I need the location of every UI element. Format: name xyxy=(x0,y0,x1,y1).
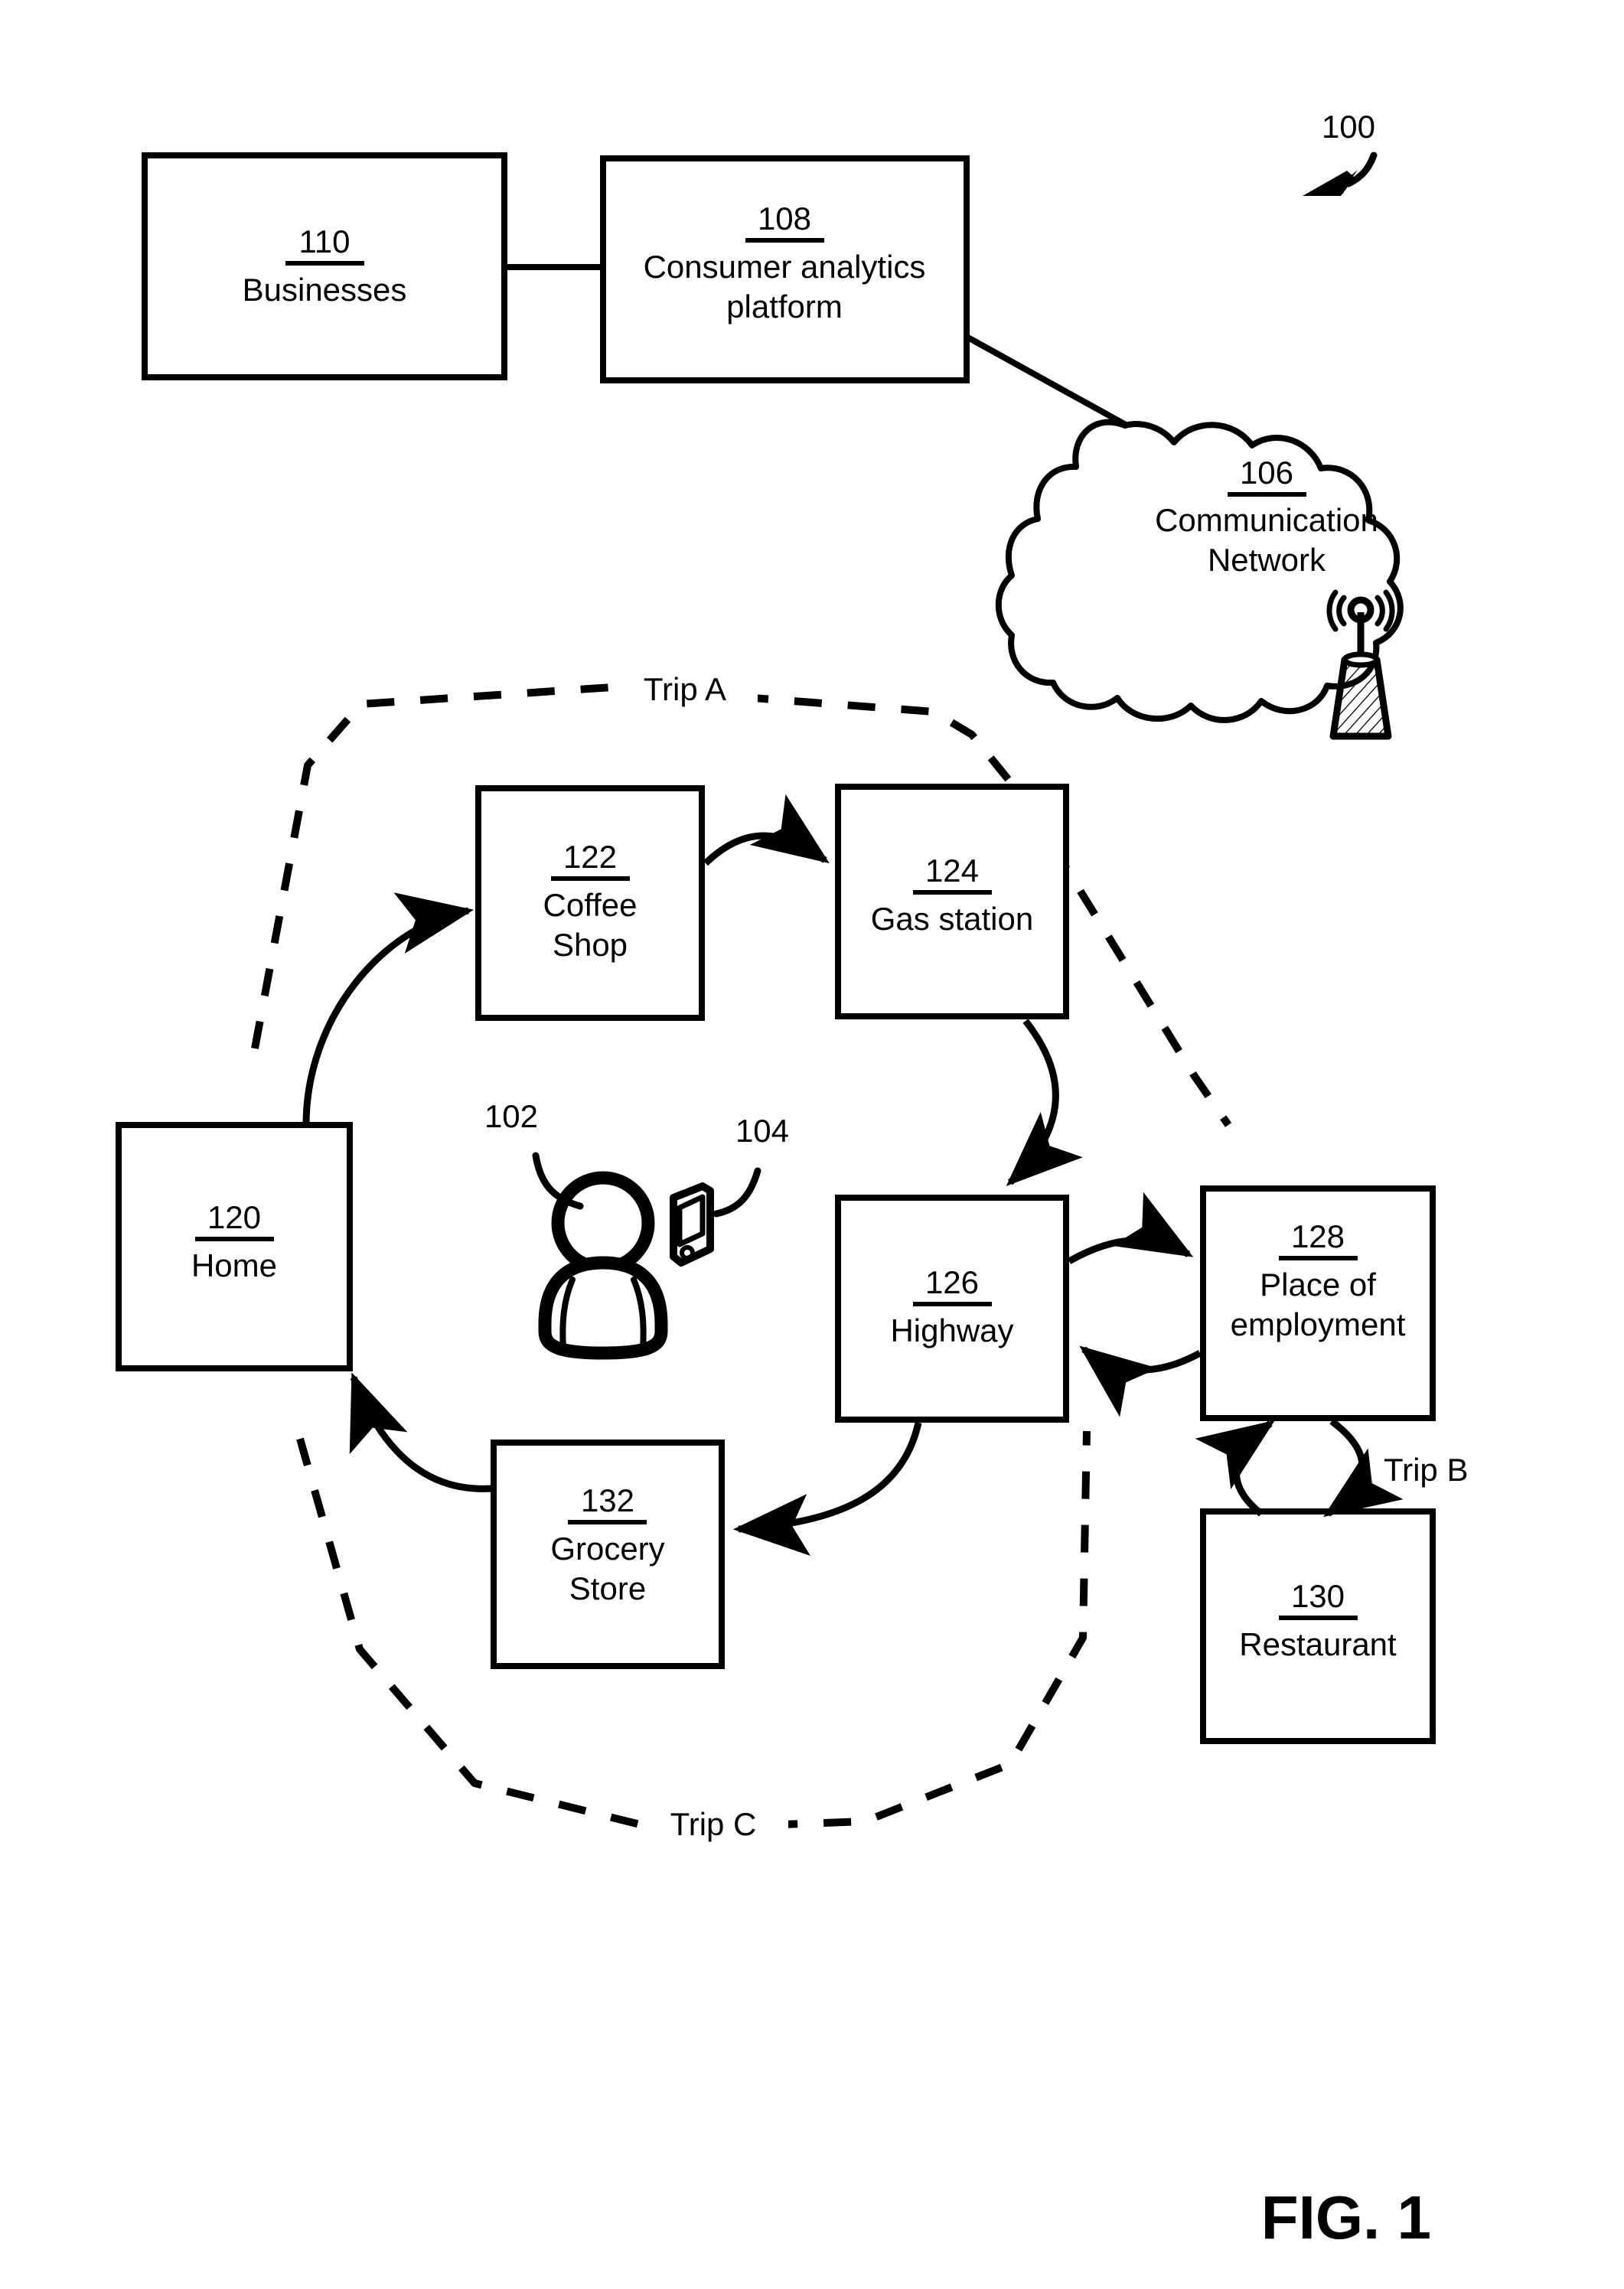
arrow-grocery-store-to-home xyxy=(349,1372,492,1492)
arrow-restaurant-to-place-of-employment xyxy=(1195,1420,1275,1517)
connector-analytics-network xyxy=(965,334,1134,432)
trip-a-boundary xyxy=(251,683,1232,1127)
arrow-gas-station-to-highway xyxy=(1006,1019,1083,1186)
node-highway[interactable]: 126 Highway xyxy=(835,1195,1069,1423)
analytics-label-line2: platform xyxy=(726,289,843,324)
coffee-shop-label-line2: Shop xyxy=(553,927,628,963)
home-ref: 120 xyxy=(207,1199,261,1235)
network-label-line2: Network xyxy=(1208,542,1326,578)
place-of-employment-label-line1: Place of xyxy=(1260,1267,1376,1303)
restaurant-ref: 130 xyxy=(1291,1578,1345,1614)
arrow-home-to-coffee-shop xyxy=(302,892,474,1126)
node-grocery-store[interactable]: 132 Grocery Store xyxy=(491,1440,725,1669)
node-gas-station[interactable]: 124 Gas station xyxy=(835,784,1069,1019)
arrow-highway-to-place-of-employment xyxy=(1067,1192,1194,1264)
businesses-label: Businesses xyxy=(243,272,407,308)
cell-tower-body xyxy=(1329,656,1392,740)
home-box[interactable] xyxy=(116,1122,353,1371)
system-reference-100: 100 xyxy=(1303,109,1378,196)
grocery-store-ref: 132 xyxy=(581,1482,634,1518)
arrow-highway-to-grocery-store xyxy=(732,1422,922,1556)
grocery-store-label-line1: Grocery xyxy=(550,1531,664,1567)
home-label: Home xyxy=(191,1247,277,1283)
grocery-store-label-line2: Store xyxy=(569,1570,646,1606)
person-ref-number: 102 xyxy=(484,1098,538,1134)
node-consumer-analytics-platform[interactable]: 108 Consumer analytics platform xyxy=(600,155,970,383)
mobile-device-screen xyxy=(677,1194,706,1247)
trip-c-label: Trip C xyxy=(670,1806,757,1842)
system-ref-arrowhead xyxy=(1303,171,1355,196)
node-coffee-shop[interactable]: 122 Coffee Shop xyxy=(475,785,705,1021)
highway-ref: 126 xyxy=(925,1264,979,1300)
node-restaurant[interactable]: 130 Restaurant xyxy=(1200,1508,1436,1744)
person-icon xyxy=(538,1171,668,1360)
trip-a-label: Trip A xyxy=(644,671,726,707)
arrow-place-of-employment-to-highway xyxy=(1079,1345,1202,1417)
person-head xyxy=(551,1171,655,1275)
restaurant-label: Restaurant xyxy=(1239,1626,1397,1662)
network-label-line1: Communication xyxy=(1155,502,1378,538)
mobile-device-callout-leader xyxy=(713,1167,761,1218)
mobile-device-ref-number: 104 xyxy=(735,1113,789,1149)
network-ref: 106 xyxy=(1240,455,1293,491)
coffee-shop-ref: 122 xyxy=(563,839,617,875)
cell-tower-top-ellipse xyxy=(1342,651,1380,668)
highway-box[interactable] xyxy=(835,1195,1069,1423)
arrow-coffee-shop-to-gas-station xyxy=(703,794,830,866)
system-ref-number: 100 xyxy=(1322,109,1375,145)
trip-b-label: Trip B xyxy=(1384,1452,1468,1488)
place-of-employment-label-line2: employment xyxy=(1231,1306,1406,1342)
figure-caption: FIG. 1 xyxy=(1261,2183,1431,2252)
gas-station-label: Gas station xyxy=(871,901,1033,937)
node-place-of-employment[interactable]: 128 Place of employment xyxy=(1200,1185,1436,1421)
mobile-device-callout-104: 104 xyxy=(713,1113,789,1218)
businesses-box[interactable] xyxy=(142,152,507,380)
patent-figure-1: 110 Businesses 108 Consumer analytics pl… xyxy=(116,109,1468,2252)
node-home[interactable]: 120 Home xyxy=(116,1122,353,1371)
place-of-employment-ref: 128 xyxy=(1291,1218,1345,1254)
mobile-device-icon xyxy=(670,1182,714,1267)
analytics-label-line1: Consumer analytics xyxy=(644,249,926,285)
coffee-shop-label-line1: Coffee xyxy=(543,887,638,923)
node-businesses[interactable]: 110 Businesses xyxy=(142,152,507,380)
arrow-place-of-employment-to-restaurant xyxy=(1323,1418,1404,1518)
gas-station-ref: 124 xyxy=(925,853,979,889)
highway-label: Highway xyxy=(890,1312,1013,1348)
businesses-ref: 110 xyxy=(299,223,351,259)
analytics-ref: 108 xyxy=(758,201,811,236)
